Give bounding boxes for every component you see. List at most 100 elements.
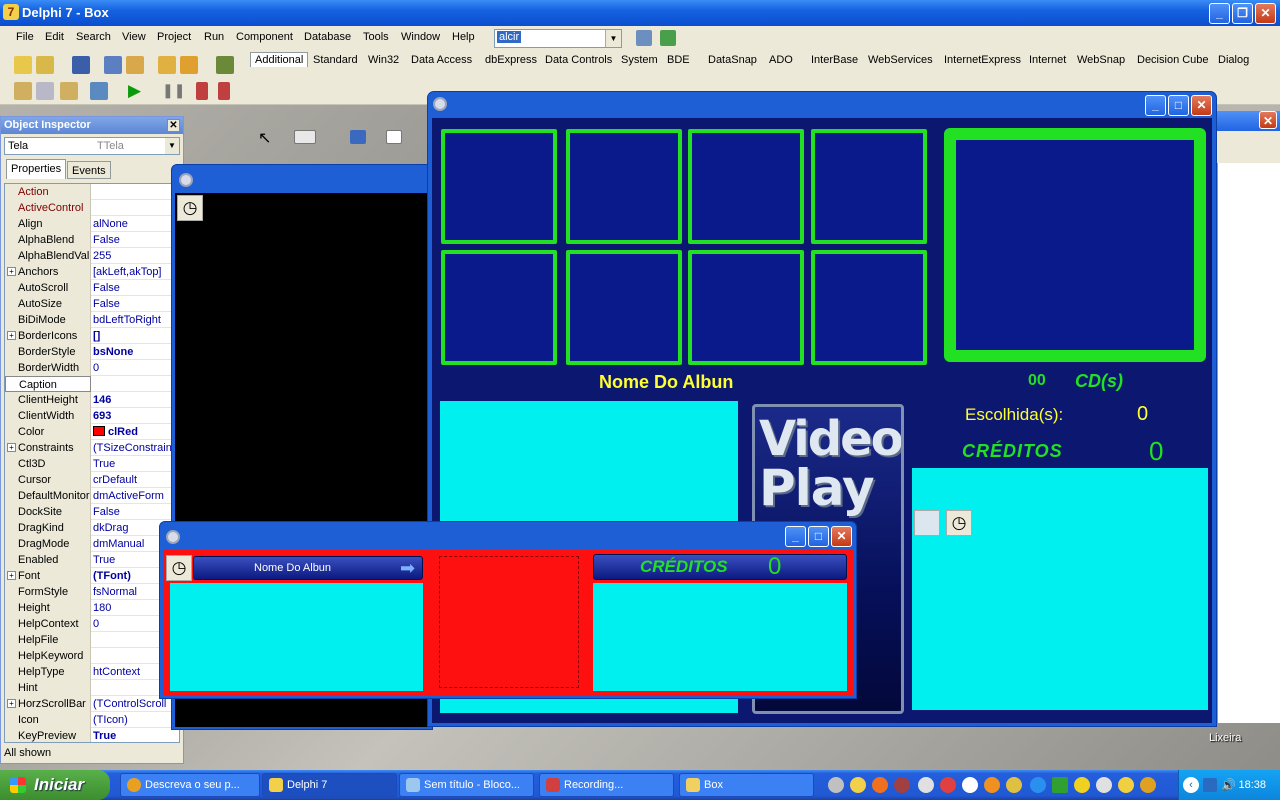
property-row[interactable]: Ctl3D True xyxy=(5,456,179,472)
property-row[interactable]: BorderIcons + [] xyxy=(5,328,179,344)
save-icon[interactable] xyxy=(72,56,90,74)
view-form-icon[interactable] xyxy=(36,82,54,100)
property-value[interactable]: clRed xyxy=(93,424,179,440)
set-debug-desktop-icon[interactable] xyxy=(660,30,676,46)
task-recording[interactable]: Recording... xyxy=(539,773,674,797)
lightning-icon[interactable] xyxy=(1074,777,1090,793)
delphi-quick-icon[interactable] xyxy=(850,777,866,793)
task-box[interactable]: Box xyxy=(679,773,814,797)
media-icon[interactable] xyxy=(894,777,910,793)
close-button[interactable]: ✕ xyxy=(1255,3,1276,24)
open-project-icon[interactable] xyxy=(126,56,144,74)
property-row[interactable]: Cursor crDefault xyxy=(5,472,179,488)
save-desktop-icon[interactable] xyxy=(636,30,652,46)
tab-decision-cube[interactable]: Decision Cube xyxy=(1137,54,1209,66)
property-value[interactable] xyxy=(93,200,179,216)
album-cover-slot[interactable] xyxy=(441,250,557,365)
menu-tools[interactable]: Tools xyxy=(363,31,389,43)
folder-quick-icon[interactable] xyxy=(1118,777,1134,793)
background-window-title[interactable]: ✕ xyxy=(1217,111,1280,131)
tab-bde[interactable]: BDE xyxy=(667,54,690,66)
album-cover-slot[interactable] xyxy=(441,129,557,244)
property-row[interactable]: DragKind dkDrag xyxy=(5,520,179,536)
run-icon[interactable]: ▶ xyxy=(128,81,141,101)
trace-into-icon[interactable] xyxy=(196,82,208,100)
step-over-icon[interactable] xyxy=(218,82,230,100)
minimize-button[interactable]: _ xyxy=(1145,95,1166,116)
property-row[interactable]: DragMode dmManual xyxy=(5,536,179,552)
property-value[interactable]: (TSizeConstrain xyxy=(93,440,179,456)
menu-search[interactable]: Search xyxy=(76,31,111,43)
speedbutton-icon[interactable] xyxy=(350,130,366,144)
tab-internet[interactable]: Internet xyxy=(1029,54,1066,66)
property-row[interactable]: AlphaBlend False xyxy=(5,232,179,248)
red-form-window[interactable]: _ □ ✕ ◷ Nome Do Albun ➡ CRÉDITOS 0 xyxy=(159,521,857,699)
property-row[interactable]: HelpKeyword xyxy=(5,648,179,664)
property-value[interactable]: dmActiveForm xyxy=(93,488,179,504)
minimize-button[interactable]: _ xyxy=(785,526,806,547)
tab-internetexpress[interactable]: InternetExpress xyxy=(944,54,1021,66)
property-row[interactable]: ClientWidth 693 xyxy=(5,408,179,424)
album-cover-slot[interactable] xyxy=(688,250,804,365)
tab-dbexpress[interactable]: dbExpress xyxy=(485,54,537,66)
menu-view[interactable]: View xyxy=(122,31,146,43)
pause-icon[interactable]: ❚❚ xyxy=(162,82,185,99)
timer-icon[interactable]: ◷ xyxy=(166,555,192,581)
maximize-button[interactable]: □ xyxy=(1168,95,1189,116)
tab-standard[interactable]: Standard xyxy=(313,54,358,66)
media-player-icon[interactable] xyxy=(914,510,940,536)
help-contents-icon[interactable] xyxy=(216,56,234,74)
tab-properties[interactable]: Properties xyxy=(6,159,67,179)
object-inspector-title-bar[interactable]: Object Inspector ✕ xyxy=(1,117,183,134)
remove-file-icon[interactable] xyxy=(180,56,198,74)
chevron-down-icon[interactable]: ▼ xyxy=(605,30,621,47)
property-row[interactable]: Caption xyxy=(5,376,179,392)
maskedit-icon[interactable] xyxy=(386,130,402,144)
app-icon[interactable] xyxy=(940,777,956,793)
tab-events[interactable]: Events xyxy=(67,161,111,179)
chevron-left-icon[interactable]: ‹ xyxy=(1183,777,1199,793)
minimize-button[interactable]: _ xyxy=(1209,3,1230,24)
property-row[interactable]: Constraints + (TSizeConstrain xyxy=(5,440,179,456)
tab-webservices[interactable]: WebServices xyxy=(868,54,933,66)
property-value[interactable]: 0 xyxy=(93,360,179,376)
bitbtn-icon[interactable] xyxy=(294,130,316,144)
component-selector[interactable]: Tela TTela ▼ xyxy=(4,137,180,155)
timer-icon[interactable]: ◷ xyxy=(946,510,972,536)
property-value[interactable] xyxy=(93,184,179,200)
property-value[interactable]: crDefault xyxy=(93,472,179,488)
maximize-button[interactable]: □ xyxy=(808,526,829,547)
app-icon[interactable] xyxy=(962,777,978,793)
property-row[interactable]: BorderStyle bsNone xyxy=(5,344,179,360)
property-value[interactable]: 146 xyxy=(93,392,179,408)
add-file-icon[interactable] xyxy=(158,56,176,74)
album-cover-slot[interactable] xyxy=(811,129,927,244)
new-icon[interactable] xyxy=(14,56,32,74)
property-row[interactable]: Color clRed xyxy=(5,424,179,440)
property-value[interactable]: False xyxy=(93,296,179,312)
selected-album-cover[interactable] xyxy=(944,128,1206,362)
property-value[interactable]: False xyxy=(93,280,179,296)
menu-edit[interactable]: Edit xyxy=(45,31,64,43)
property-row[interactable]: Font + (TFont) xyxy=(5,568,179,584)
property-value[interactable]: (TIcon) xyxy=(93,712,179,728)
property-row[interactable]: BorderWidth 0 xyxy=(5,360,179,376)
property-value[interactable]: bsNone xyxy=(93,344,179,360)
open-icon[interactable] xyxy=(36,56,54,74)
property-row[interactable]: FormStyle fsNormal xyxy=(5,584,179,600)
property-row[interactable]: Anchors + [akLeft,akTop] xyxy=(5,264,179,280)
tab-websnap[interactable]: WebSnap xyxy=(1077,54,1125,66)
menu-project[interactable]: Project xyxy=(157,31,191,43)
task-browser[interactable]: Descreva o seu p... xyxy=(120,773,260,797)
property-row[interactable]: DefaultMonitor dmActiveForm xyxy=(5,488,179,504)
property-value[interactable]: True xyxy=(93,728,179,742)
property-row[interactable]: DockSite False xyxy=(5,504,179,520)
property-value[interactable]: [] xyxy=(93,328,179,344)
timer-icon[interactable]: ◷ xyxy=(177,195,203,221)
album-cover-slot[interactable] xyxy=(566,129,682,244)
album-cover-slot[interactable] xyxy=(688,129,804,244)
task-notepad[interactable]: Sem título - Bloco... xyxy=(399,773,534,797)
right-list-panel[interactable] xyxy=(593,583,847,691)
album-cover-slot[interactable] xyxy=(811,250,927,365)
volume-icon[interactable]: 🔊 xyxy=(1221,778,1236,792)
